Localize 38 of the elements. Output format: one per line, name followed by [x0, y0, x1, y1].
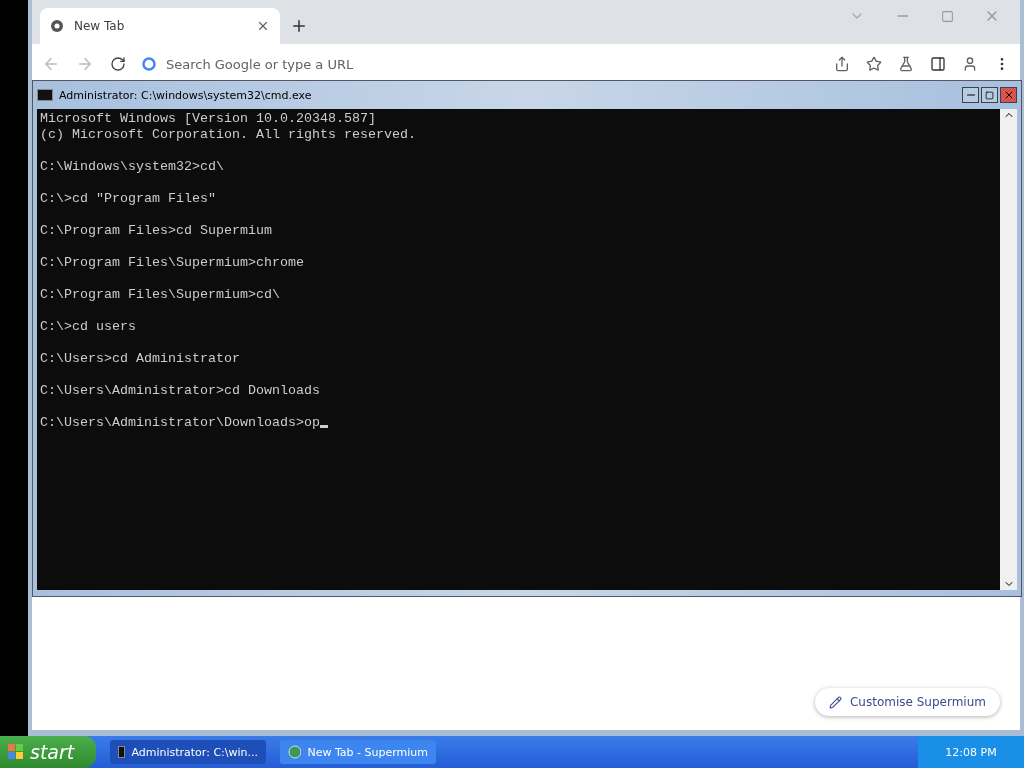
clock: 12:08 PM	[918, 736, 1024, 768]
browser-logo-icon	[50, 19, 64, 33]
new-tab-icon[interactable]	[290, 17, 308, 35]
profile-icon[interactable]	[962, 56, 978, 72]
close-icon[interactable]	[256, 19, 270, 33]
taskbar-item[interactable]: New Tab - Supermium	[280, 740, 436, 764]
star-icon[interactable]	[866, 56, 882, 72]
console-line: C:\Windows\system32>cd\	[40, 159, 225, 175]
console-line: C:\Program Files\Supermium>cd\	[40, 287, 281, 303]
share-icon[interactable]	[834, 56, 850, 72]
console-line: C:\Users\Administrator\Downloads>op	[40, 415, 997, 431]
flask-icon[interactable]	[898, 56, 914, 72]
reload-icon[interactable]	[110, 56, 126, 72]
console-line: C:\Users>cd Administrator	[40, 351, 241, 367]
console-line: (c) Microsoft Corporation. All rights reserved.	[40, 127, 417, 143]
console-line: C:\>cd "Program Files"	[40, 191, 217, 207]
text-cursor	[319, 425, 328, 428]
address-placeholder: Search Google or type a URL	[166, 56, 354, 72]
console-line: C:\>cd users	[40, 319, 137, 335]
taskbar-item[interactable]: Administrator: C:\win...	[110, 740, 266, 764]
scrollbar[interactable]	[1000, 109, 1017, 590]
console-line: C:\Program Files>cd Supermium	[40, 223, 273, 239]
console-line: Microsoft Windows [Version 10.0.20348.587]	[40, 111, 377, 127]
pencil-icon	[828, 695, 842, 709]
window-title: Administrator: C:\windows\system32\cmd.exe	[59, 88, 312, 102]
browser-tab[interactable]: New Tab	[40, 8, 280, 44]
minimize-icon[interactable]	[962, 87, 979, 103]
close-icon[interactable]	[1000, 87, 1017, 103]
side-panel-icon[interactable]	[930, 56, 946, 72]
start-button[interactable]: start	[0, 736, 96, 768]
globe-icon	[288, 745, 302, 759]
console-line: C:\Program Files\Supermium>chrome	[40, 255, 305, 271]
console-line: C:\Users\Administrator>cd Downloads	[40, 383, 321, 399]
console-icon	[118, 746, 126, 758]
customise-button[interactable]: Customise Supermium	[814, 688, 1000, 716]
console-icon	[37, 89, 53, 101]
maximize-icon[interactable]	[981, 87, 998, 103]
windows-logo-icon	[8, 744, 24, 760]
